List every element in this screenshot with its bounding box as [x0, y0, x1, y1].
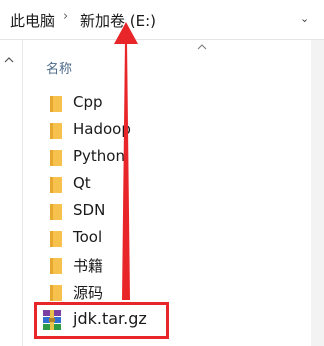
vertical-scrollbar[interactable] [311, 40, 324, 346]
folder-row[interactable]: Hadoop [44, 118, 304, 144]
folder-icon [50, 150, 62, 166]
column-name-header[interactable]: 名称 [46, 58, 72, 77]
annotation-highlight-box [34, 302, 169, 339]
folder-name: Qt [73, 174, 91, 192]
folder-row[interactable]: Tool [44, 226, 304, 252]
folder-name: 源码 [73, 284, 104, 302]
folder-row[interactable]: Qt [44, 172, 304, 198]
folder-icon [50, 204, 62, 220]
folder-name: Tool [73, 228, 103, 246]
folder-name: 书籍 [73, 257, 104, 275]
scroll-up-chevron-icon[interactable] [4, 56, 14, 64]
breadcrumb-item-this-pc[interactable]: 此电脑 [10, 10, 55, 31]
folder-name: Python [73, 147, 125, 165]
breadcrumb-item-drive-e[interactable]: 新加卷 (E:) [80, 10, 156, 31]
folder-icon [50, 258, 62, 274]
sort-chevron-up-icon[interactable] [197, 43, 207, 51]
breadcrumb-bar: 此电脑 › 新加卷 (E:) ⌄ [0, 0, 324, 40]
folder-icon [50, 231, 62, 247]
folder-icon [50, 177, 62, 193]
folder-icon [50, 123, 62, 139]
folder-row[interactable]: SDN [44, 199, 304, 225]
folder-row[interactable]: Python [44, 145, 304, 171]
folder-icon [50, 96, 62, 112]
folder-row[interactable]: 书籍 [44, 253, 304, 279]
folder-row[interactable]: Cpp [44, 91, 304, 117]
folder-name: Hadoop [73, 120, 131, 138]
chevron-down-icon[interactable]: ⌄ [300, 12, 309, 25]
folder-name: SDN [73, 201, 106, 219]
folder-name: Cpp [73, 93, 103, 111]
breadcrumb-separator: › [63, 9, 69, 24]
navigation-pane-edge [22, 40, 23, 346]
folder-icon [50, 285, 62, 301]
